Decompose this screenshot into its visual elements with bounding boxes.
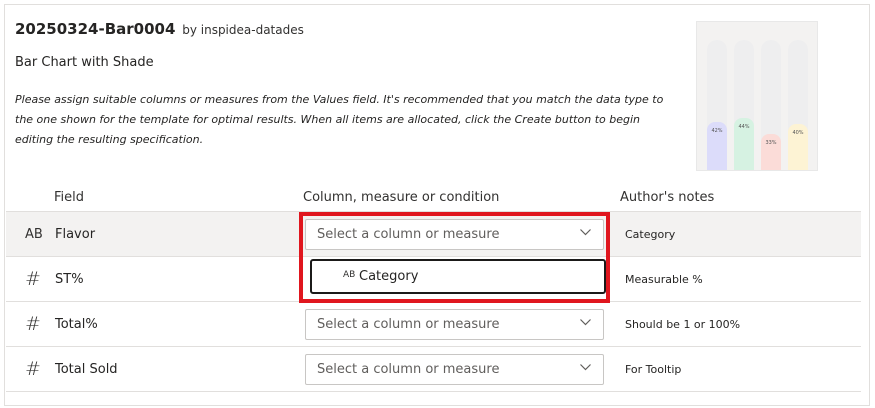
template-description: Please assign suitable columns or measur… <box>15 93 664 146</box>
field-name: Flavor <box>55 227 96 242</box>
column-select[interactable]: Select a column or measure <box>305 309 604 340</box>
author-note: Measurable % <box>625 273 703 286</box>
field-name: Total Sold <box>55 362 118 377</box>
template-preview-thumbnail: 42% 44% 33% 40% <box>696 21 818 171</box>
template-id: 20250324-Bar0004 <box>15 20 176 38</box>
table-row: # Total Sold Select a column or measure … <box>6 347 861 392</box>
chevron-down-icon <box>580 364 591 371</box>
text-type-icon: AB <box>25 227 43 242</box>
preview-bar-label: 33% <box>765 140 777 146</box>
select-placeholder: Select a column or measure <box>317 227 500 242</box>
header-column: Column, measure or condition <box>303 190 500 205</box>
chevron-down-icon <box>580 319 591 326</box>
select-placeholder: Select a column or measure <box>317 317 500 332</box>
preview-bar-label: 40% <box>792 130 804 136</box>
preview-bar: 33% <box>761 40 781 170</box>
table-row: # Total% Select a column or measure Shou… <box>6 302 861 347</box>
author-note: Should be 1 or 100% <box>625 318 741 331</box>
text-type-icon: AB <box>343 270 356 280</box>
number-type-icon: # <box>25 358 41 380</box>
field-name: ST% <box>55 272 84 287</box>
author-note: Category <box>625 228 676 241</box>
select-placeholder: Select a column or measure <box>317 362 500 377</box>
number-type-icon: # <box>25 313 41 335</box>
header-field: Field <box>54 190 85 205</box>
preview-bar-label: 42% <box>711 128 723 134</box>
number-type-icon: # <box>25 268 41 290</box>
template-name: Bar Chart with Shade <box>15 55 154 70</box>
column-select[interactable]: Select a column or measure <box>305 354 604 385</box>
preview-bar-label: 44% <box>738 124 750 130</box>
template-author: by inspidea-datades <box>182 23 304 37</box>
preview-bar: 42% <box>707 40 727 170</box>
preview-bar: 40% <box>788 40 808 170</box>
author-note: For Tooltip <box>625 363 682 376</box>
field-name: Total% <box>55 317 98 332</box>
dropdown-option-label: Category <box>359 269 419 284</box>
table-row: AB Flavor Select a column or measure Cat… <box>6 212 861 257</box>
template-panel: 20250324-Bar0004 by inspidea-datades Bar… <box>4 4 870 406</box>
template-title: 20250324-Bar0004 by inspidea-datades <box>15 20 304 38</box>
preview-bar: 44% <box>734 40 754 170</box>
column-select[interactable]: Select a column or measure <box>305 219 604 250</box>
dropdown-option-category[interactable]: AB Category <box>310 259 606 294</box>
header-notes: Author's notes <box>620 190 715 205</box>
chevron-down-icon <box>580 229 591 236</box>
